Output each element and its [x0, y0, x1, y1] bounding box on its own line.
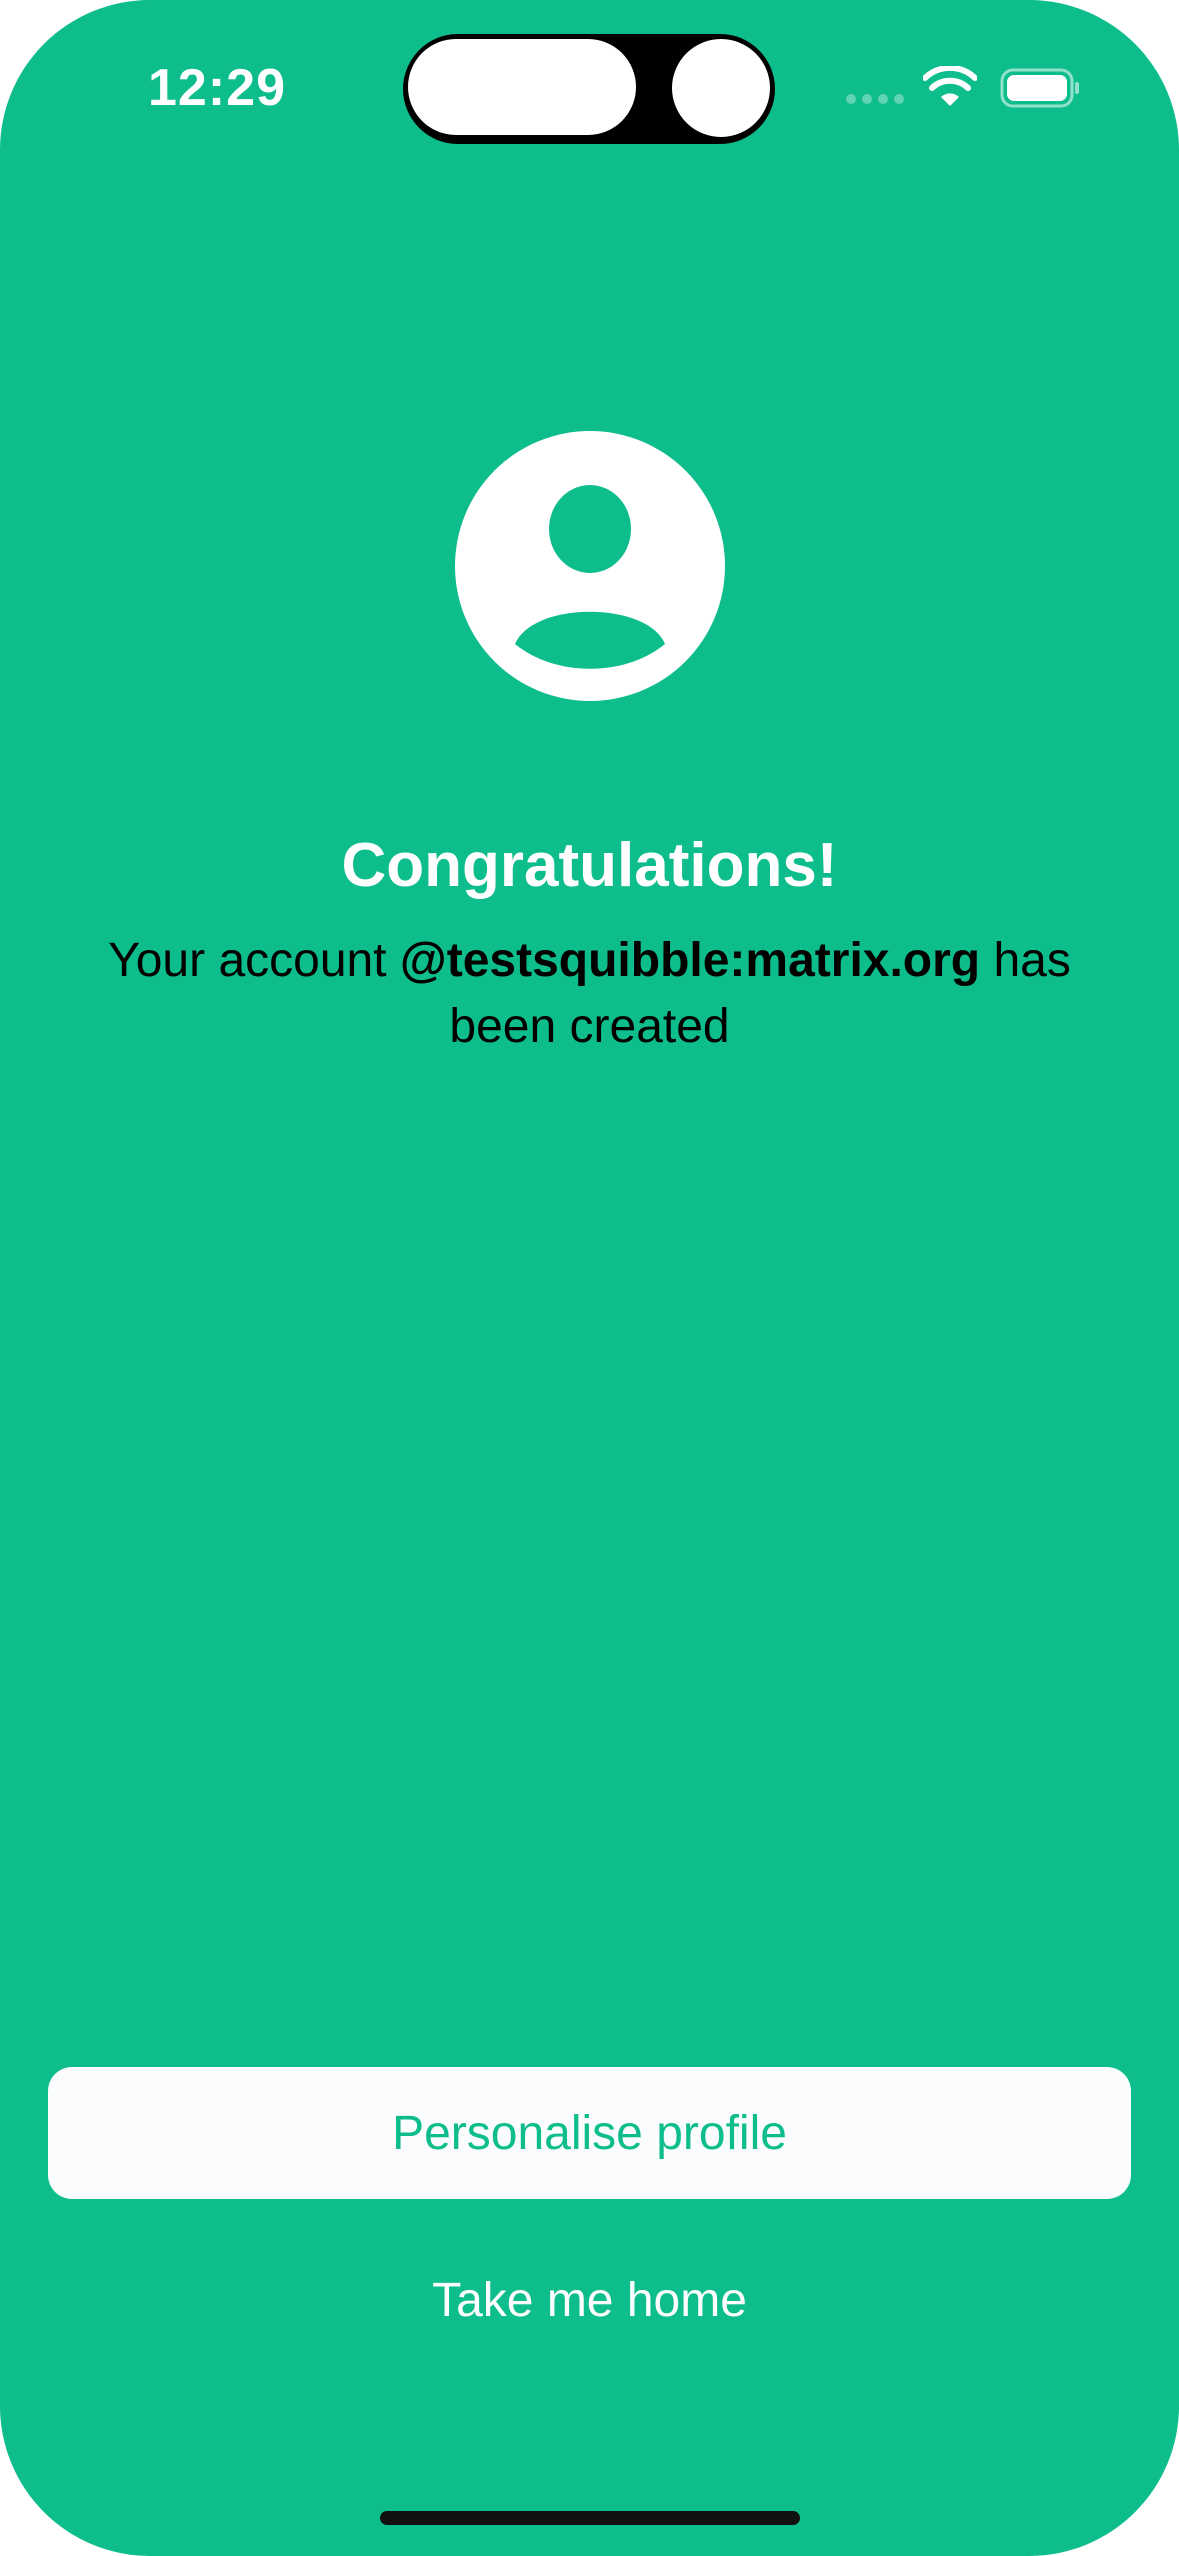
home-indicator[interactable] — [380, 2511, 800, 2525]
cellular-signal-icon — [846, 94, 904, 104]
dynamic-island — [403, 34, 775, 144]
page-title: Congratulations! — [341, 831, 838, 900]
status-bar-time: 12:29 — [148, 59, 286, 117]
account-user-id: @testsquibble:matrix.org — [399, 934, 981, 987]
dynamic-island-pill — [405, 36, 639, 138]
battery-icon — [1000, 68, 1079, 108]
take-me-home-button[interactable]: Take me home — [48, 2240, 1131, 2360]
wifi-icon — [923, 66, 977, 106]
message-prefix: Your account — [108, 934, 400, 987]
onboarding-screen: 12:29 Congratulations! Your account @tes… — [0, 0, 1179, 2556]
dynamic-island-camera — [669, 36, 773, 140]
account-created-message: Your account @testsquibble:matrix.org ha… — [70, 928, 1109, 1060]
person-circle-icon — [455, 431, 725, 701]
personalise-profile-button[interactable]: Personalise profile — [48, 2067, 1131, 2199]
